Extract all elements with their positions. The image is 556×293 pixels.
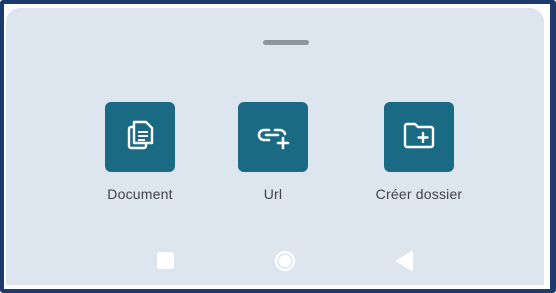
url-label: Url [263,186,283,202]
create-folder-label: Créer dossier [375,186,463,202]
create-folder-button[interactable] [384,102,454,172]
url-button[interactable] [238,102,308,172]
create-folder-icon [401,118,437,157]
add-link-icon [254,118,292,157]
circle-home-icon[interactable] [273,249,297,273]
document-action[interactable]: Document [70,102,210,202]
create-folder-action[interactable]: Créer dossier [349,102,489,202]
document-label: Document [107,186,173,202]
document-icon [123,118,157,157]
drag-handle[interactable] [263,40,309,45]
square-recents-icon[interactable] [157,252,174,269]
triangle-back-icon[interactable] [393,249,415,273]
document-button[interactable] [105,102,175,172]
system-navigation-bar [6,240,544,285]
url-action[interactable]: Url [203,102,343,202]
